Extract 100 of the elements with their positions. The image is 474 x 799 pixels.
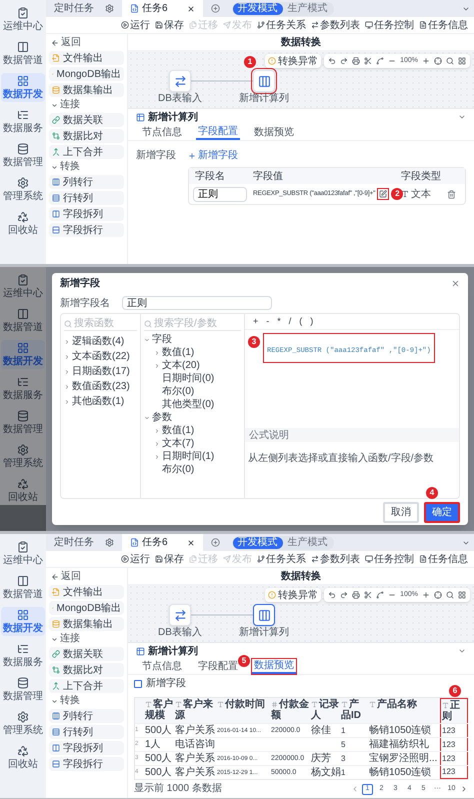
undo-icon[interactable]	[328, 57, 336, 65]
add-tab-icon[interactable]	[210, 4, 220, 13]
tree-item[interactable]: 参数	[144, 411, 241, 424]
toolbar-button[interactable]: 任务信息	[419, 18, 468, 32]
sidebar-item[interactable]: 运维中心	[1, 272, 45, 301]
toolbar-button[interactable]: 任务控制	[365, 18, 414, 32]
toolbar-button[interactable]: 运行	[121, 552, 150, 566]
component-item[interactable]: 字段拆行	[49, 757, 124, 771]
component-item[interactable]: 数据比对	[49, 129, 124, 143]
operator-button[interactable]: -	[266, 314, 270, 328]
component-item[interactable]: 数据关联	[49, 647, 124, 661]
task-tab[interactable]: 定时任务	[46, 0, 122, 17]
mode-option[interactable]: 开发模式	[232, 2, 283, 14]
toolbar-button[interactable]: 任务关系	[257, 552, 306, 566]
component-item[interactable]: 上下合并	[49, 679, 124, 693]
panel-tab[interactable]: 节点信息	[140, 125, 184, 140]
task-tab[interactable]: 定时任务	[46, 534, 122, 551]
sidebar-item[interactable]: 管理系统	[1, 709, 45, 738]
search-icon[interactable]	[446, 591, 454, 599]
tree-item[interactable]: 文本(7)	[144, 437, 241, 450]
checkbox[interactable]: 新增字段	[134, 678, 186, 690]
scissors-icon[interactable]	[364, 591, 372, 599]
tree-item[interactable]: 布尔(0)	[144, 463, 241, 476]
edit-button[interactable]	[377, 188, 390, 200]
flow-node[interactable]: 新增计算列	[236, 604, 292, 638]
tree-item[interactable]: 字段	[144, 333, 241, 346]
tree-item[interactable]: 数值(1)	[144, 346, 241, 359]
connector-icon[interactable]	[376, 57, 384, 65]
function-category[interactable]: 文本函数(22)	[64, 350, 137, 363]
component-item[interactable]: 文件输出	[49, 51, 124, 65]
add-field-link[interactable]: 新增字段	[188, 149, 238, 163]
component-item[interactable]: 数据比对	[49, 663, 124, 677]
mode-option[interactable]: 开发模式	[232, 536, 283, 548]
printer-icon[interactable]	[352, 57, 360, 65]
sidebar-item[interactable]: 数据管道	[1, 573, 45, 602]
mode-option[interactable]: 生产模式	[282, 2, 333, 14]
panel-tab[interactable]: 节点信息	[140, 659, 184, 674]
back-link[interactable]: 返回	[46, 36, 127, 49]
confirm-button[interactable]: 确定	[424, 502, 460, 522]
task-tab[interactable]: 任务6	[122, 534, 203, 551]
operator-button[interactable]: /	[288, 314, 292, 328]
function-category[interactable]: 逻辑函数(4)	[64, 335, 137, 348]
undo-icon[interactable]	[328, 591, 336, 599]
toolbar-button[interactable]: 运行	[121, 18, 150, 32]
tree-item[interactable]: 日期时间(0)	[144, 372, 241, 385]
input-field[interactable]: 正则	[122, 296, 272, 310]
close-icon[interactable]	[451, 278, 460, 288]
tree-item[interactable]: 日期时间(1)	[144, 450, 241, 463]
flow-node[interactable]: DB表输入	[152, 70, 208, 104]
next-icon[interactable]	[460, 785, 468, 793]
sidebar-item[interactable]: 数据开发	[1, 73, 45, 102]
collapse-icon[interactable]	[458, 113, 466, 121]
tree-item[interactable]: 其他类型(0)	[144, 398, 241, 411]
crosshair-icon[interactable]	[434, 591, 442, 599]
function-category[interactable]: 其他函数(1)	[64, 395, 137, 408]
component-item[interactable]: 字段拆列	[49, 741, 124, 755]
component-item[interactable]: 文件输出	[49, 585, 124, 599]
sidebar-item[interactable]: 数据开发	[1, 607, 45, 636]
sidebar-item[interactable]: 数据管理	[1, 141, 45, 170]
section-toggle[interactable]: 连接	[46, 99, 127, 111]
component-item[interactable]: 数据集输出	[49, 83, 124, 97]
component-item[interactable]: MongoDB输出	[49, 601, 124, 615]
panel-tab[interactable]: 数据预览	[252, 125, 296, 140]
tree-item[interactable]: 文本(20)	[144, 359, 241, 372]
toolbar-button[interactable]: 保存	[155, 552, 184, 566]
sidebar-item[interactable]: 数据管道	[1, 39, 45, 68]
sidebar-item[interactable]: 管理系统	[1, 442, 45, 471]
cancel-button[interactable]: 取消	[383, 502, 419, 522]
redo-icon[interactable]	[340, 57, 348, 65]
panel-tab[interactable]: 字段配置	[196, 125, 240, 140]
mode-option[interactable]: 生产模式	[282, 536, 333, 548]
sidebar-item[interactable]: 数据服务	[1, 641, 45, 670]
component-item[interactable]: 字段拆行	[49, 223, 124, 237]
back-link[interactable]: 返回	[46, 570, 127, 583]
toolbar-button[interactable]: 任务控制	[365, 552, 414, 566]
collapse-icon[interactable]	[458, 647, 466, 655]
operator-button[interactable]: (	[299, 314, 302, 328]
input-field[interactable]: 正则	[193, 186, 247, 202]
toolbar-button[interactable]: 参数列表	[311, 552, 360, 566]
operator-button[interactable]: +	[253, 314, 258, 328]
toolbar-button[interactable]: 参数列表	[311, 18, 360, 32]
sidebar-item[interactable]: 运维中心	[1, 5, 45, 34]
crosshair-icon[interactable]	[434, 57, 442, 65]
panel-tab[interactable]: 数据预览	[252, 659, 296, 674]
function-category[interactable]: 日期函数(17)	[64, 365, 137, 378]
component-item[interactable]: 数据关联	[49, 113, 124, 127]
sidebar-item[interactable]: 数据服务	[1, 107, 45, 136]
redo-icon[interactable]	[340, 591, 348, 599]
component-item[interactable]: 上下合并	[49, 145, 124, 159]
connector-icon[interactable]	[376, 591, 384, 599]
panel-tab[interactable]: 字段配置	[196, 659, 240, 674]
component-item[interactable]: 行转列	[49, 191, 124, 205]
component-item[interactable]: 行转列	[49, 725, 124, 739]
toolbar-button[interactable]: 任务关系	[257, 18, 306, 32]
sidebar-item[interactable]: 回收站	[1, 476, 45, 505]
printer-icon[interactable]	[352, 591, 360, 599]
sidebar-item[interactable]: 管理系统	[1, 175, 45, 204]
toolbar-button[interactable]: 保存	[155, 18, 184, 32]
sidebar-item[interactable]: 数据管理	[1, 675, 45, 704]
tree-item[interactable]: 布尔(0)	[144, 385, 241, 398]
